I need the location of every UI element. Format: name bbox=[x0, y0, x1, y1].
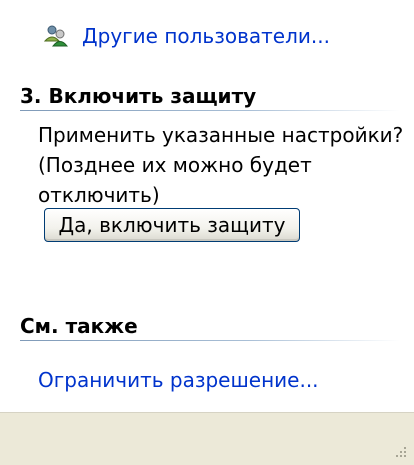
status-bar bbox=[0, 412, 414, 465]
enable-protection-button[interactable]: Да, включить защиту bbox=[44, 208, 300, 242]
section-divider bbox=[20, 340, 400, 341]
description-line: отключить) bbox=[38, 183, 160, 207]
section-divider bbox=[20, 110, 400, 111]
users-icon bbox=[43, 24, 69, 48]
section-description: Применить указанные настройки? (Позднее … bbox=[38, 120, 404, 210]
resize-grip-icon[interactable] bbox=[392, 443, 408, 459]
description-line: Применить указанные настройки? bbox=[38, 123, 404, 147]
restrict-permission-link[interactable]: Ограничить разрешение... bbox=[38, 368, 319, 392]
other-users-link[interactable]: Другие пользователи... bbox=[82, 24, 330, 48]
other-users-row[interactable]: Другие пользователи... bbox=[43, 22, 330, 50]
section-title-enable-protection: 3. Включить защиту bbox=[20, 84, 257, 108]
section-title-see-also: См. также bbox=[20, 314, 138, 338]
description-line: (Позднее их можно будет bbox=[38, 153, 312, 177]
task-pane: Другие пользователи... 3. Включить защит… bbox=[0, 0, 414, 465]
